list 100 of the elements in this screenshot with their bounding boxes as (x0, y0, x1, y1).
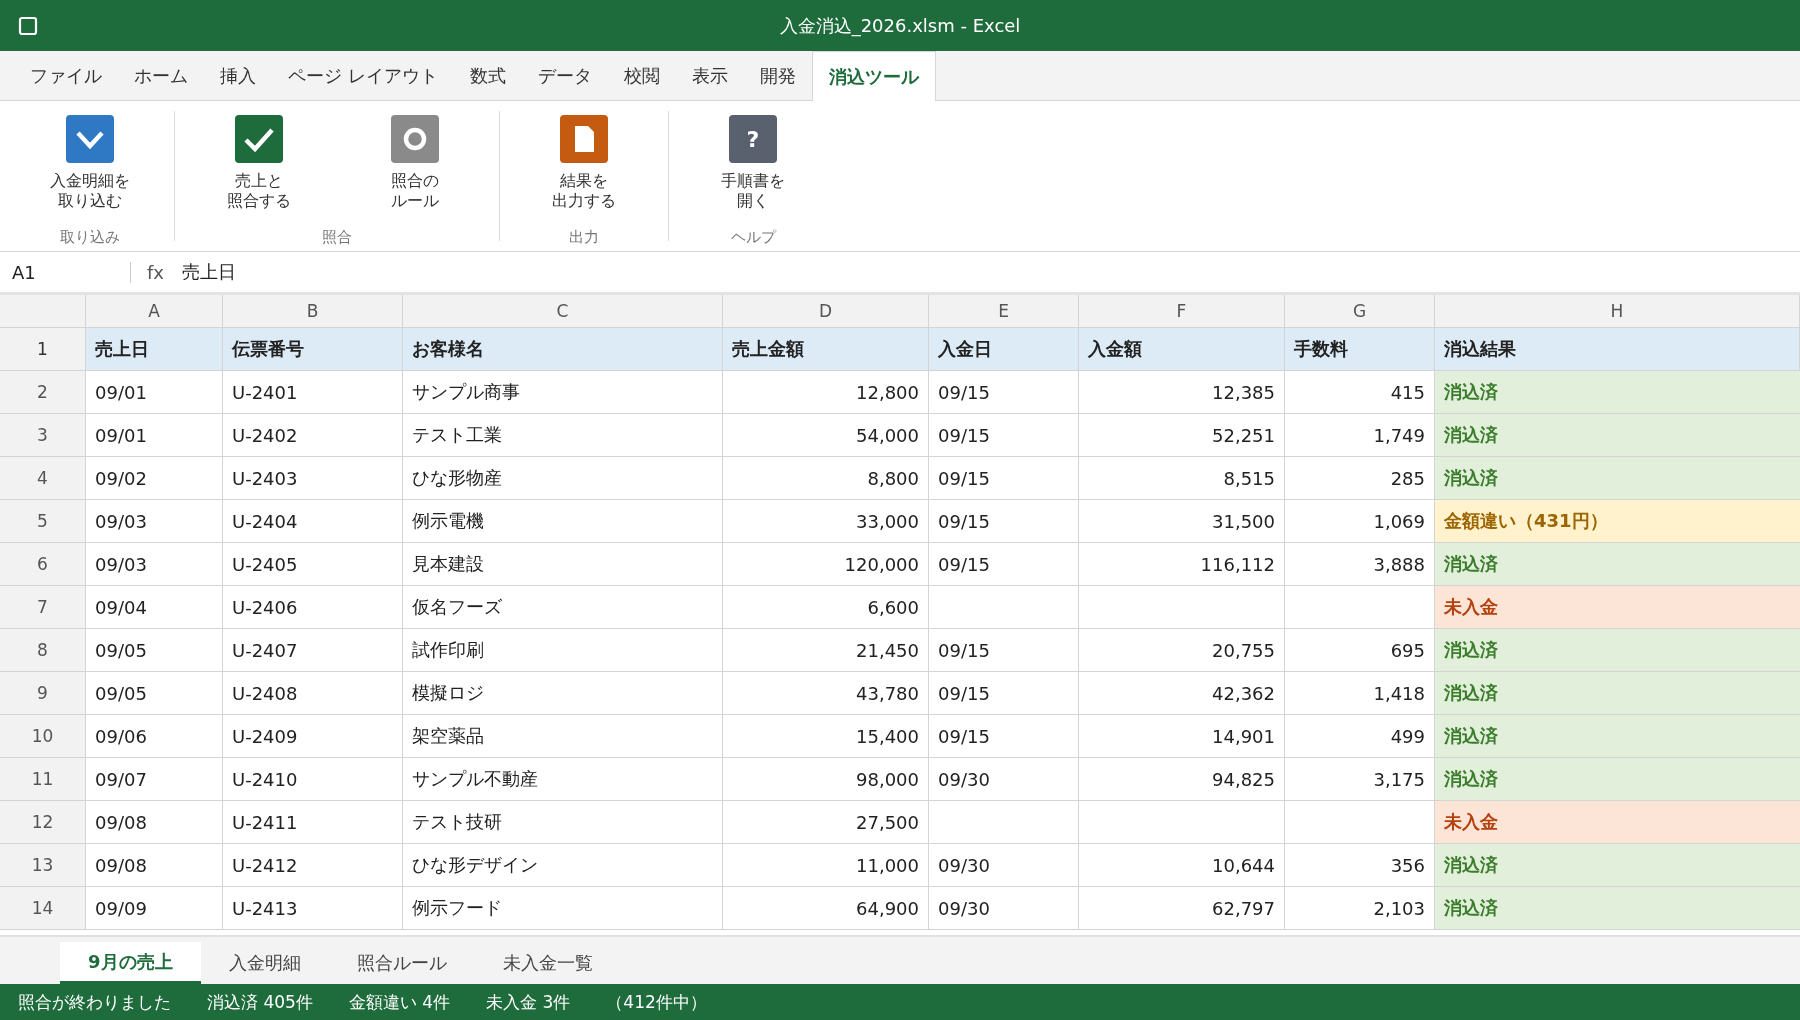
name-box[interactable]: A1 (0, 261, 131, 283)
status-cell: 消込済 (1435, 715, 1800, 758)
sheet-tab[interactable]: 入金明細 (200, 942, 329, 984)
ribbon-button[interactable]: 売上と 照合する (189, 109, 329, 228)
ribbon-tab[interactable]: 表示 (675, 51, 744, 100)
status-cell: 消込済 (1435, 758, 1800, 801)
table-cell: 09/15 (929, 457, 1079, 500)
ribbon-tab[interactable]: ページ レイアウト (272, 51, 454, 100)
column-header[interactable]: F (1079, 295, 1285, 328)
table-cell: 09/30 (929, 758, 1079, 801)
status-text: 未入金 3件 (486, 990, 571, 1014)
row-number[interactable]: 4 (0, 457, 86, 500)
table-cell: 09/04 (86, 586, 223, 629)
table-cell: 8,515 (1079, 457, 1285, 500)
window-title: 入金消込_2026.xlsm - Excel (778, 13, 1022, 38)
ribbon-tab[interactable]: ホーム (118, 51, 204, 100)
table-cell: 09/02 (86, 457, 223, 500)
table-cell: 10,644 (1079, 844, 1285, 887)
row-number[interactable]: 6 (0, 543, 86, 586)
table-cell: 12,800 (723, 371, 929, 414)
ribbon-tab[interactable]: 開発 (743, 51, 812, 100)
column-header[interactable]: A (86, 295, 223, 328)
table-cell: U-2406 (223, 586, 403, 629)
ribbon-button[interactable]: 入金明細を 取り込む (20, 109, 160, 228)
table-cell: 例示電機 (403, 500, 723, 543)
table-cell: 6,600 (723, 586, 929, 629)
table-cell: U-2403 (223, 457, 403, 500)
table-cell: 20,755 (1079, 629, 1285, 672)
row-number[interactable]: 8 (0, 629, 86, 672)
table-cell: 42,362 (1079, 672, 1285, 715)
ribbon-tab[interactable]: ファイル (14, 51, 118, 100)
sheet-tab[interactable]: 照合ルール (328, 942, 475, 984)
column-header[interactable]: H (1435, 295, 1800, 328)
table-cell: U-2407 (223, 629, 403, 672)
row-number[interactable]: 9 (0, 672, 86, 715)
row-number[interactable]: 12 (0, 801, 86, 844)
table-cell: U-2401 (223, 371, 403, 414)
row-number[interactable]: 14 (0, 887, 86, 930)
table-cell: 43,780 (723, 672, 929, 715)
status-text: 照合が終わりました (18, 990, 171, 1014)
table-cell: U-2410 (223, 758, 403, 801)
table-cell: 09/15 (929, 715, 1079, 758)
table-cell: 21,450 (723, 629, 929, 672)
ribbon-group-label: ヘルプ (730, 228, 776, 248)
ribbon-tab[interactable]: 校閲 (607, 51, 676, 100)
fx-label: fx (146, 261, 165, 283)
column-header[interactable]: C (403, 295, 723, 328)
column-header[interactable]: B (223, 295, 403, 328)
ribbon-group-label: 取り込み (60, 228, 120, 248)
ribbon-button[interactable]: 結果を 出力する (514, 109, 654, 228)
table-cell: ひな形デザイン (403, 844, 723, 887)
window-icon[interactable] (18, 15, 38, 36)
table-cell: 見本建設 (403, 543, 723, 586)
row-number[interactable]: 5 (0, 500, 86, 543)
status-text: 金額違い 4件 (348, 990, 451, 1014)
ribbon-group-label: 出力 (569, 228, 599, 248)
row-number[interactable]: 1 (0, 328, 86, 371)
row-number[interactable]: 13 (0, 844, 86, 887)
status-cell: 消込済 (1435, 887, 1800, 930)
table-header-cell: お客様名 (403, 328, 723, 371)
status-cell: 消込済 (1435, 457, 1800, 500)
table-cell: 09/15 (929, 500, 1079, 543)
document-icon (560, 115, 608, 163)
ribbon-tab[interactable]: 挿入 (204, 51, 272, 100)
table-cell: U-2413 (223, 887, 403, 930)
table-header-cell: 伝票番号 (223, 328, 403, 371)
column-header[interactable]: E (929, 295, 1079, 328)
table-cell: 09/06 (86, 715, 223, 758)
table-cell: U-2412 (223, 844, 403, 887)
sheet-tab[interactable]: 未入金一覧 (474, 942, 621, 984)
table-header-cell: 入金額 (1079, 328, 1285, 371)
table-cell: 64,900 (723, 887, 929, 930)
ribbon-tab[interactable]: 数式 (453, 51, 522, 100)
table-cell: 09/01 (86, 371, 223, 414)
row-number[interactable]: 11 (0, 758, 86, 801)
row-number[interactable]: 3 (0, 414, 86, 457)
column-header[interactable]: D (723, 295, 929, 328)
table-cell: 09/03 (86, 500, 223, 543)
table-cell: 模擬ロジ (403, 672, 723, 715)
table-header-cell: 売上金額 (723, 328, 929, 371)
table-cell: 52,251 (1079, 414, 1285, 457)
ribbon-button[interactable]: ? 手順書を 開く (683, 109, 823, 228)
table-cell: 8,800 (723, 457, 929, 500)
formula-input[interactable]: 売上日 (182, 260, 1800, 284)
checkmark-icon (235, 115, 283, 163)
column-header[interactable]: G (1285, 295, 1435, 328)
status-cell: 未入金 (1435, 586, 1800, 629)
sheet-tab[interactable]: 9月の売上 (60, 942, 201, 984)
ribbon-tab[interactable]: 消込ツール (811, 51, 936, 101)
table-cell: 試作印刷 (403, 629, 723, 672)
ribbon-tab[interactable]: データ (521, 51, 608, 100)
ribbon-button[interactable]: 照合の ルール (345, 109, 485, 228)
status-cell: 消込済 (1435, 844, 1800, 887)
row-number[interactable]: 2 (0, 371, 86, 414)
table-cell: ひな形物産 (403, 457, 723, 500)
row-number[interactable]: 7 (0, 586, 86, 629)
status-cell: 消込済 (1435, 371, 1800, 414)
status-text: （412件中） (606, 990, 707, 1014)
row-number[interactable]: 10 (0, 715, 86, 758)
table-cell: 09/01 (86, 414, 223, 457)
